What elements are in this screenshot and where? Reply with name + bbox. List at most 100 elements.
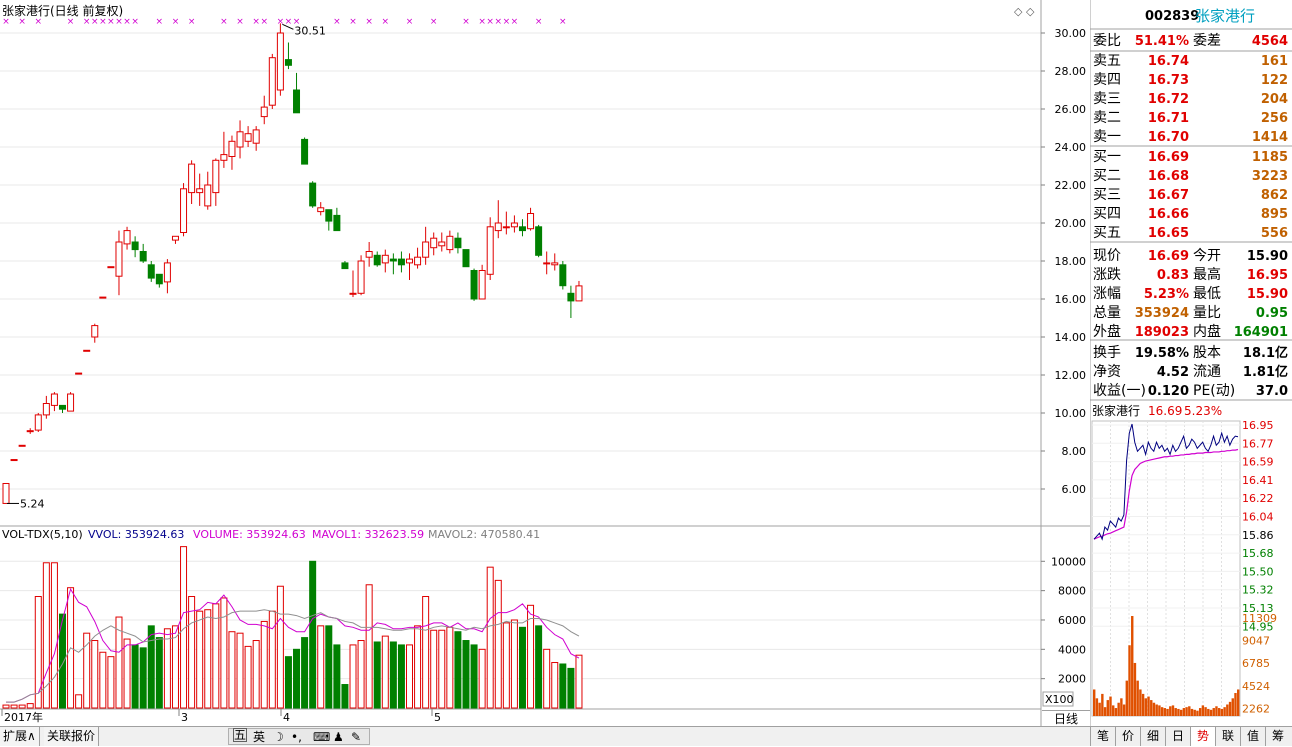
- order-level-volume: 895: [1261, 207, 1288, 222]
- candle-body: [551, 262, 559, 266]
- signal-marker: ×: [131, 17, 139, 27]
- signal-marker: ×: [406, 17, 414, 27]
- signal-marker: ×: [277, 17, 285, 27]
- mini-price-tick: 16.77: [1242, 437, 1274, 450]
- candle-body: [42, 403, 50, 416]
- volume-tick-label: 10000: [1051, 555, 1086, 568]
- fund-label: PE(动): [1193, 383, 1235, 399]
- order-level-price: 16.72: [1148, 92, 1189, 107]
- fund-value: 37.0: [1256, 384, 1288, 399]
- mini-volume-bar: [1155, 704, 1158, 716]
- candle-body: [406, 258, 413, 264]
- volume-bar: [357, 640, 365, 709]
- order-level-price: 16.68: [1148, 169, 1189, 184]
- ime-mode-button[interactable]: 五: [233, 728, 247, 742]
- candle-body: [430, 237, 438, 249]
- volume-bar: [397, 644, 405, 709]
- quote-panel: 002839 张家港行 委比 51.41% 委差 4564 卖五 16.74 161…: [1090, 0, 1292, 726]
- candle-body: [2, 482, 10, 504]
- tab-expand[interactable]: 扩展∧: [0, 727, 40, 746]
- mini-volume-bar: [1166, 708, 1169, 716]
- fund-value: 0.120: [1148, 384, 1189, 399]
- price-tick-label: 6.00: [1062, 483, 1087, 496]
- keyboard-icon[interactable]: ⌨: [313, 728, 330, 747]
- right-tab[interactable]: 日: [1165, 727, 1190, 746]
- candle: [67, 392, 75, 412]
- right-tab[interactable]: 笔: [1090, 727, 1115, 746]
- candle-body: [446, 235, 454, 251]
- stat-label: 最高: [1193, 266, 1221, 283]
- candle-body: [349, 292, 357, 295]
- mini-price-tick: 16.59: [1242, 456, 1274, 469]
- mini-volume-bar: [1228, 701, 1232, 716]
- diamond-icon[interactable]: ◇: [1014, 5, 1023, 18]
- kline-chart-area[interactable]: × × × × × × × × × × × × × × × × × × × × × × × × × × × × × × × × × × × 张家港行…: [0, 0, 1090, 726]
- order-level-price: 16.70: [1148, 130, 1189, 145]
- right-tab[interactable]: 势: [1190, 727, 1215, 746]
- signal-marker: ×: [478, 17, 486, 27]
- signal-marker: ×: [2, 17, 10, 27]
- mavol2-value: MAVOL2: 470580.41: [428, 528, 540, 541]
- candle: [99, 296, 107, 299]
- mini-volume-bar: [1177, 708, 1180, 716]
- order-level-label: 买一: [1093, 149, 1121, 165]
- candle-body: [123, 230, 131, 245]
- mini-volume-bar: [1198, 708, 1202, 716]
- candle-body: [228, 140, 236, 158]
- candle-body: [478, 270, 486, 300]
- candle: [107, 266, 115, 269]
- volume-bar: [414, 625, 422, 709]
- weibi-label: 委比: [1093, 33, 1121, 49]
- mini-stock-name: 张家港行: [1092, 403, 1140, 418]
- volume-bar: [2, 704, 10, 709]
- mini-vol-tick: 6785: [1242, 657, 1270, 670]
- order-level-label: 买二: [1093, 168, 1121, 184]
- restore-icon[interactable]: ◇: [1026, 5, 1035, 18]
- candle-body: [244, 133, 252, 142]
- volume-bar: [527, 604, 535, 709]
- right-tab[interactable]: 价: [1115, 727, 1140, 746]
- right-tab[interactable]: 联: [1215, 727, 1240, 746]
- user-icon[interactable]: ♟: [333, 728, 344, 747]
- volume-bar: [163, 628, 171, 709]
- volume-bar: [486, 566, 494, 709]
- right-tab[interactable]: 筹: [1265, 727, 1290, 746]
- mini-volume-bar: [1109, 696, 1112, 716]
- candle-body: [309, 182, 317, 207]
- volume-bar: [155, 637, 163, 709]
- right-tab[interactable]: 值: [1240, 727, 1265, 746]
- date-tick-label: 5: [434, 711, 441, 724]
- mini-volume-bar: [1101, 693, 1104, 716]
- order-level-price: 16.73: [1148, 73, 1189, 88]
- mini-volume-bar: [1103, 707, 1107, 716]
- bottom-toolbar: 扩展∧ 关联报价 五 英 ☽ •, ⌨ ♟ ✎ 笔价细日势联值筹: [0, 726, 1292, 746]
- volume-bar: [99, 651, 107, 709]
- indicator-name[interactable]: VOL-TDX(5,10): [2, 528, 83, 541]
- wrench-icon[interactable]: ✎: [351, 728, 361, 747]
- ime-lang-button[interactable]: 英: [253, 728, 265, 747]
- period-button[interactable]: 日线: [1042, 710, 1090, 726]
- volume-bar: [123, 638, 131, 709]
- volume-tick-label: 6000: [1058, 614, 1086, 627]
- volume-tick-label: 4000: [1058, 643, 1086, 656]
- right-tabs: 笔价细日势联值筹: [1090, 727, 1292, 746]
- right-tab[interactable]: 细: [1140, 727, 1165, 746]
- order-level-volume: 556: [1261, 226, 1288, 241]
- candle: [301, 137, 309, 165]
- moon-icon[interactable]: ☽: [273, 728, 284, 747]
- mini-volume-bar: [1212, 708, 1215, 716]
- volume-tick-label: 8000: [1058, 585, 1086, 598]
- signal-marker: ×: [107, 17, 115, 27]
- punct-icon[interactable]: •,: [291, 728, 302, 747]
- stat-value: 164901: [1234, 325, 1288, 340]
- mini-volume-bar: [1201, 705, 1205, 716]
- candle-body: [268, 57, 276, 106]
- stat-value: 189023: [1135, 325, 1189, 340]
- volume-bar: [91, 640, 99, 709]
- price-tick-label: 24.00: [1055, 141, 1087, 154]
- tab-related-quotes[interactable]: 关联报价: [44, 727, 100, 746]
- stat-value: 0.95: [1256, 306, 1288, 321]
- order-level-volume: 862: [1261, 188, 1288, 203]
- date-tick-label: 2017年: [4, 710, 43, 724]
- stat-value: 16.95: [1247, 268, 1288, 283]
